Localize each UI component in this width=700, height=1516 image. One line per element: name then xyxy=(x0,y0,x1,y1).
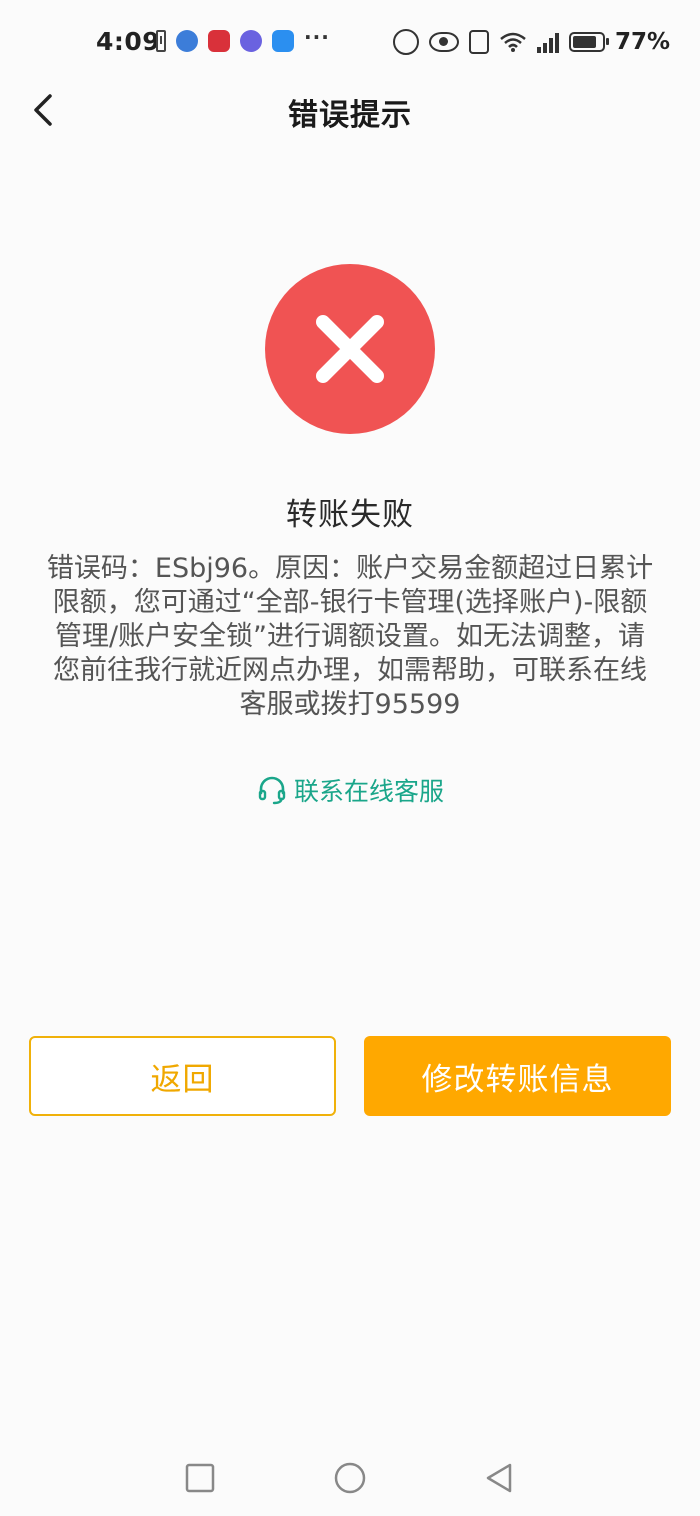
system-back-icon[interactable] xyxy=(482,1460,518,1496)
error-description-line: 错误码：ESbj96。原因：账户交易金额超过日累计 xyxy=(46,553,654,584)
return-button[interactable]: 返回 xyxy=(29,1036,336,1116)
wifi-icon xyxy=(500,32,526,52)
error-description-line: 限额，您可通过“全部-银行卡管理(选择账户)-限额 xyxy=(52,587,648,618)
error-description-line: 客服或拨打95599 xyxy=(239,689,461,720)
system-navigation-bar xyxy=(0,1440,700,1516)
error-status-icon xyxy=(265,264,435,434)
contact-online-support-link[interactable]: 联系在线客服 xyxy=(0,772,700,808)
recent-apps-icon[interactable] xyxy=(182,1460,218,1496)
status-time: 4:09 xyxy=(96,27,161,56)
result-title: 转账失败 xyxy=(286,497,414,533)
nfc-icon xyxy=(468,30,489,54)
system-status-icons: 77% xyxy=(392,29,670,55)
reader-app-icon xyxy=(208,30,230,52)
status-bar: 4:09 ··· 77% xyxy=(0,0,700,86)
battery-percent: 77% xyxy=(614,29,670,55)
battery-alert-icon xyxy=(156,30,166,52)
contact-online-support-label: 联系在线客服 xyxy=(293,777,444,806)
modify-transfer-info-button[interactable]: 修改转账信息 xyxy=(364,1036,671,1116)
data-saver-icon xyxy=(392,29,419,55)
close-icon xyxy=(316,315,384,383)
music-app-icon xyxy=(240,30,262,52)
battery-icon xyxy=(568,32,609,52)
cloud-app-icon xyxy=(272,30,294,52)
cellular-signal-icon xyxy=(536,31,559,53)
notification-icons: ··· xyxy=(156,25,330,52)
eye-comfort-icon xyxy=(428,32,459,52)
app-notification-icon xyxy=(176,30,198,52)
home-icon[interactable] xyxy=(332,1460,368,1496)
error-description-line: 管理/账户安全锁”进行调额设置。如无法调整，请 xyxy=(54,621,646,652)
page-title: 错误提示 xyxy=(288,98,412,133)
more-notifications-icon: ··· xyxy=(304,25,330,49)
error-description: 错误码：ESbj96。原因：账户交易金额超过日累计 限额，您可通过“全部-银行卡… xyxy=(20,552,680,722)
error-description-line: 您前往我行就近网点办理，如需帮助，可联系在线 xyxy=(53,655,647,686)
headset-icon xyxy=(258,776,286,805)
